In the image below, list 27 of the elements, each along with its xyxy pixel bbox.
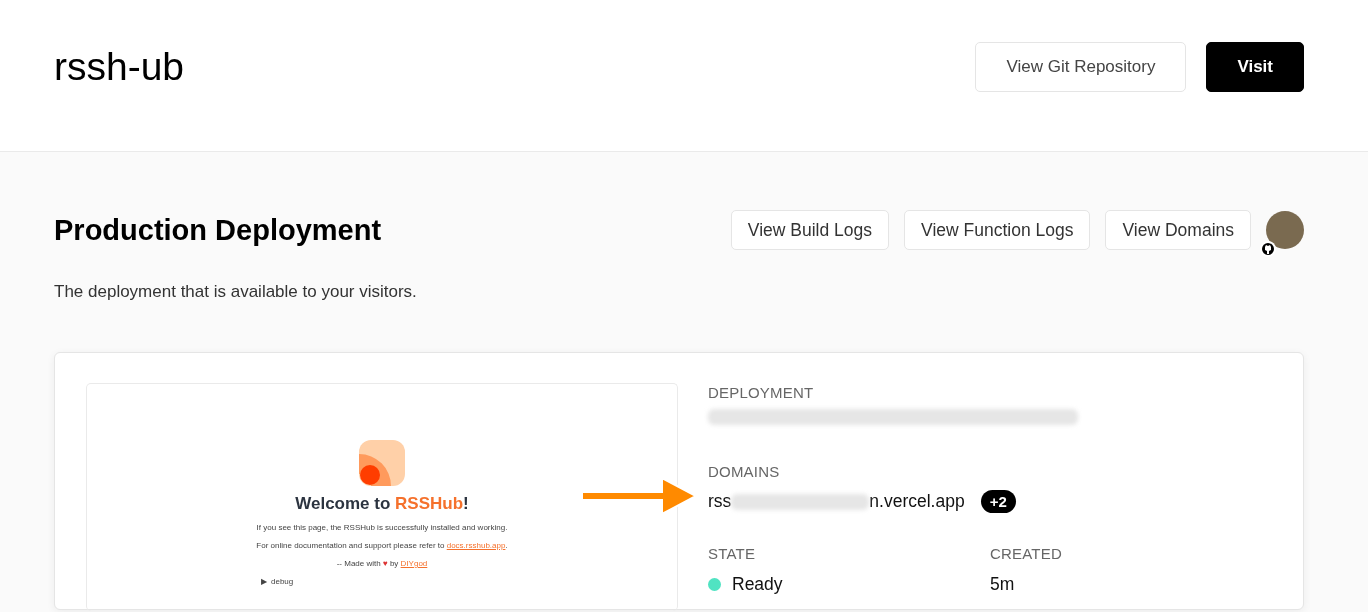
- rss-logo-icon: [359, 440, 405, 486]
- section-description: The deployment that is available to your visitors.: [54, 282, 418, 302]
- project-title: rssh-ub: [54, 44, 185, 89]
- preview-heading: Welcome to RSSHub!: [295, 494, 469, 514]
- visit-button[interactable]: Visit: [1206, 41, 1304, 92]
- preview-text: For online documentation and support please refer to docs.rsshub.app.: [256, 541, 508, 550]
- domain-link[interactable]: rss: [708, 491, 732, 512]
- state-value: Ready: [732, 574, 783, 595]
- logs-button[interactable]: View Function Logs: [904, 210, 1091, 250]
- domain-count: +2: [980, 490, 1016, 513]
- git-repository-button[interactable]: View Git Repository: [975, 41, 1187, 92]
- logs-button[interactable]: View Domains: [1105, 210, 1251, 250]
- created-label: CREATED: [990, 545, 1063, 562]
- section-title: Production Deployment: [54, 213, 382, 247]
- github-icon: [1260, 241, 1276, 257]
- preview-text: If you see this page, the RSSHub is successfully installed and working.: [256, 523, 508, 532]
- logs-button[interactable]: View Build Logs: [730, 210, 890, 250]
- avatar[interactable]: [1266, 211, 1304, 249]
- created-value: 5m: [990, 574, 1016, 595]
- deployment-label: DEPLOYMENT: [708, 384, 815, 401]
- debug-toggle[interactable]: debug: [271, 577, 294, 586]
- state-label: STATE: [708, 545, 757, 562]
- triangle-icon: ▶: [261, 577, 267, 586]
- heart-icon: ♥: [382, 559, 388, 568]
- preview-text: -- Made with ♥ by DIYgod: [336, 559, 428, 568]
- domain-link[interactable]: n.vercel.app: [869, 491, 965, 512]
- domains-label: DOMAINS: [708, 463, 781, 480]
